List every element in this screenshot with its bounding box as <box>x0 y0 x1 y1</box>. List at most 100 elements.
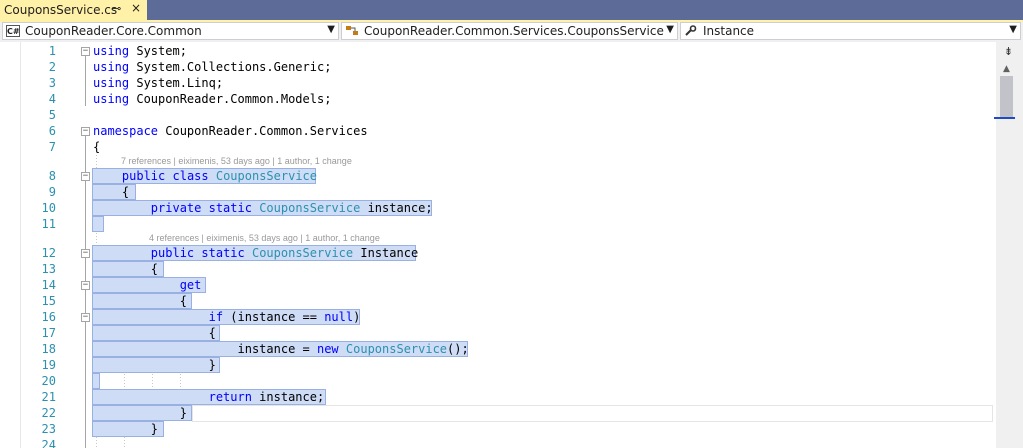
line-number: 11 <box>41 217 56 231</box>
type-dropdown[interactable]: CouponReader.Common.Services.CouponsServ… <box>341 22 678 40</box>
code-token: using <box>93 92 130 106</box>
code-token: CouponsService <box>345 342 448 356</box>
code-token: static <box>208 201 252 215</box>
scroll-up-arrow-icon[interactable]: ▲ <box>1003 64 1010 74</box>
project-dropdown-label: CouponReader.Core.Common <box>25 24 202 38</box>
code-token: } <box>93 422 159 436</box>
document-tab-bar: CouponsService.cs ⊸ × <box>0 0 1023 20</box>
collapse-icon[interactable]: − <box>81 47 90 56</box>
project-dropdown[interactable]: C# CouponReader.Core.Common ▼ <box>2 22 339 40</box>
code-line: { <box>93 261 158 277</box>
csharp-project-icon: C# <box>6 25 20 37</box>
codelens-class[interactable]: 7 references | eiximenis, 53 days ago | … <box>121 155 352 167</box>
line-number: 21 <box>41 390 56 404</box>
code-token: public <box>121 169 166 183</box>
code-token: instance = <box>93 342 317 356</box>
split-window-icon[interactable]: ⇟ <box>1000 44 1017 59</box>
code-token: ) <box>353 310 361 324</box>
collapse-icon[interactable]: − <box>81 313 90 322</box>
scrollbar-thumb[interactable] <box>1000 76 1013 118</box>
code-token: } <box>93 358 216 372</box>
code-line: instance = new CouponsService(); <box>93 341 468 357</box>
code-token: using <box>93 44 130 58</box>
member-dropdown[interactable]: Instance ▼ <box>680 22 1021 40</box>
tab-title: CouponsService.cs <box>4 3 118 17</box>
selection-highlight <box>92 373 100 389</box>
line-number: 5 <box>48 108 56 122</box>
code-line: { <box>93 184 129 200</box>
code-token: { <box>93 294 187 308</box>
line-number: 9 <box>48 185 56 199</box>
chevron-down-icon[interactable]: ▼ <box>666 24 674 35</box>
code-token: { <box>93 185 130 199</box>
navigation-bar: C# CouponReader.Core.Common ▼ CouponRead… <box>0 22 1023 42</box>
chevron-down-icon[interactable]: ▼ <box>327 24 335 35</box>
code-token: class <box>172 169 209 183</box>
code-token: using <box>93 60 130 74</box>
selection-highlight <box>92 216 104 232</box>
code-token: get <box>179 278 202 292</box>
class-icon <box>345 25 359 37</box>
code-token: static <box>201 246 245 260</box>
member-dropdown-label: Instance <box>703 24 755 38</box>
type-dropdown-label: CouponReader.Common.Services.CouponsServ… <box>364 24 664 38</box>
line-number: 4 <box>48 92 56 106</box>
code-token: new <box>316 342 339 356</box>
chevron-down-icon[interactable]: ▼ <box>1009 24 1017 35</box>
line-number: 1 <box>48 44 56 58</box>
line-number: 23 <box>41 422 56 436</box>
code-editor[interactable]: 1 2 3 4 5 6 7 8 9 10 11 12 13 14 15 16 17 18 19 20 21 22 23 24 … <box>0 42 996 448</box>
pin-icon[interactable]: ⊸ <box>112 2 121 15</box>
line-number: 18 <box>41 342 56 356</box>
caret-position-marker <box>994 117 1015 119</box>
code-token: } <box>93 406 187 420</box>
code-line: using System.Collections.Generic; <box>93 59 331 75</box>
code-line: using CouponReader.Common.Models; <box>93 91 331 107</box>
tab-couponsservice[interactable]: CouponsService.cs ⊸ × <box>0 0 147 20</box>
code-token: System; <box>129 44 187 58</box>
wrench-icon <box>684 25 698 37</box>
code-line: } <box>93 405 187 421</box>
code-line: } <box>93 357 216 373</box>
collapse-icon[interactable]: − <box>81 172 90 181</box>
code-line: return instance; <box>93 389 325 405</box>
code-token: CouponReader.Common.Services <box>158 124 368 138</box>
code-token: { <box>93 326 216 340</box>
code-token: { <box>93 262 159 276</box>
code-line: public static CouponsService Instance <box>93 245 418 261</box>
codelens-property[interactable]: 4 references | eiximenis, 53 days ago | … <box>149 232 380 244</box>
code-token: instance; <box>251 390 325 404</box>
code-line: using System; <box>93 43 187 59</box>
code-line: { <box>93 325 216 341</box>
code-token: Instance <box>353 246 419 260</box>
close-icon[interactable]: × <box>131 1 141 15</box>
code-line: } <box>93 421 158 437</box>
collapse-icon[interactable]: − <box>81 249 90 258</box>
code-line: { <box>93 139 100 155</box>
current-line-border <box>192 405 993 422</box>
line-number: 3 <box>48 76 56 90</box>
line-number: 17 <box>41 326 56 340</box>
collapse-icon[interactable]: − <box>81 281 90 290</box>
line-number: 20 <box>41 374 56 388</box>
line-number: 6 <box>48 124 56 138</box>
line-number: 24 <box>41 438 56 448</box>
code-line: public class CouponsService <box>93 168 317 184</box>
line-number: 12 <box>41 246 56 260</box>
collapse-icon[interactable]: − <box>81 127 90 136</box>
code-token: { <box>93 140 101 154</box>
code-token: if <box>208 310 224 324</box>
code-token: CouponReader.Common.Models; <box>129 92 332 106</box>
code-line: { <box>93 293 187 309</box>
code-line: namespace CouponReader.Common.Services <box>93 123 368 139</box>
code-line: using System.Linq; <box>93 75 223 91</box>
code-token: System.Collections.Generic; <box>129 60 332 74</box>
code-token: System.Linq; <box>129 76 224 90</box>
